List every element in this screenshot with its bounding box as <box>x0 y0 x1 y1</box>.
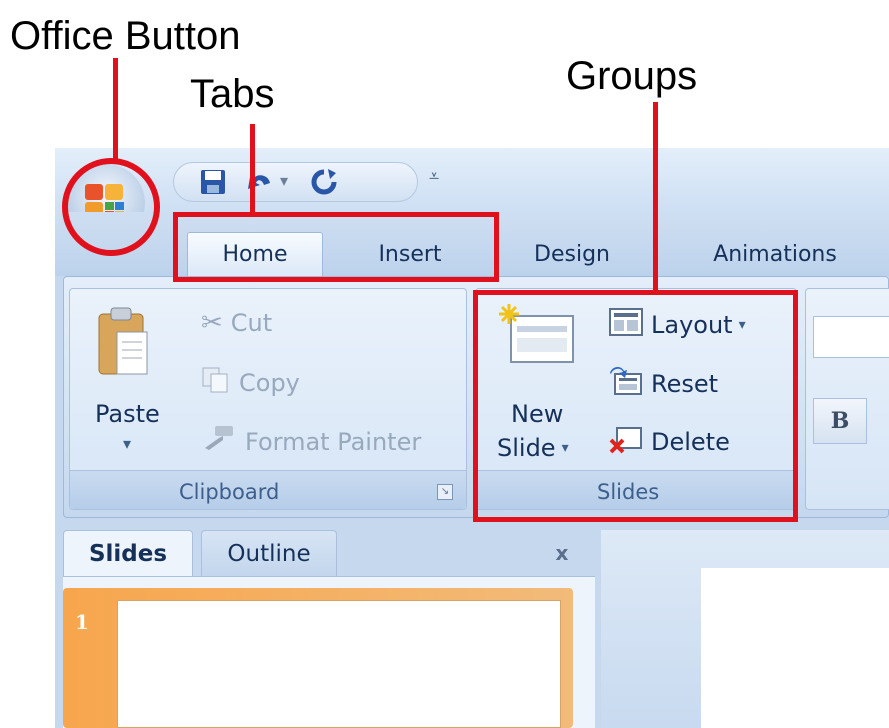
paste-icon[interactable] <box>95 302 151 382</box>
copy-label: Copy <box>239 369 300 397</box>
tab-design[interactable]: Design <box>507 232 637 276</box>
format-painter-button[interactable]: Format Painter <box>201 424 421 460</box>
save-icon[interactable] <box>198 167 228 197</box>
copy-button[interactable]: Copy <box>201 366 300 400</box>
undo-dropdown-icon[interactable]: ▾ <box>280 171 288 190</box>
slide-thumbnail[interactable] <box>117 600 561 728</box>
copy-icon <box>201 366 231 400</box>
slide-canvas[interactable] <box>701 568 889 728</box>
groups-highlight-box <box>473 290 798 522</box>
paste-button[interactable]: Paste <box>95 400 160 428</box>
cut-label: Cut <box>230 309 273 337</box>
clipboard-group-label: Clipboard <box>179 480 280 504</box>
tab-animations[interactable]: Animations <box>685 232 865 276</box>
bold-button[interactable]: B <box>813 398 867 444</box>
tab-slides-pane[interactable]: Slides <box>63 530 193 576</box>
close-pane-icon[interactable]: x <box>547 530 577 576</box>
undo-icon[interactable] <box>244 167 276 197</box>
cut-button[interactable]: ✂ Cut <box>201 308 272 338</box>
tab-outline-pane[interactable]: Outline <box>201 530 337 576</box>
office-button-highlight-circle <box>62 158 160 256</box>
paste-dropdown-icon[interactable]: ▾ <box>123 434 131 453</box>
redo-icon[interactable] <box>308 167 340 197</box>
font-name-combobox[interactable] <box>813 316 889 358</box>
annotation-groups: Groups <box>566 54 698 98</box>
tabs-highlight-box <box>173 212 499 282</box>
clipboard-dialog-launcher-icon[interactable]: ↘ <box>437 484 453 500</box>
annotation-office-button: Office Button <box>10 14 241 58</box>
tabs-pointer-line <box>250 124 255 216</box>
scissors-icon: ✂ <box>201 308 223 338</box>
slide-number: 1 <box>75 610 89 634</box>
format-painter-icon <box>201 424 237 460</box>
groups-pointer-line <box>653 102 658 292</box>
format-painter-label: Format Painter <box>245 428 422 456</box>
annotation-tabs: Tabs <box>190 72 275 116</box>
quick-access-toolbar: ▾ <box>173 162 418 202</box>
customize-qat-icon[interactable]: ⩡ <box>429 166 439 187</box>
office-button-pointer-line <box>113 58 118 162</box>
